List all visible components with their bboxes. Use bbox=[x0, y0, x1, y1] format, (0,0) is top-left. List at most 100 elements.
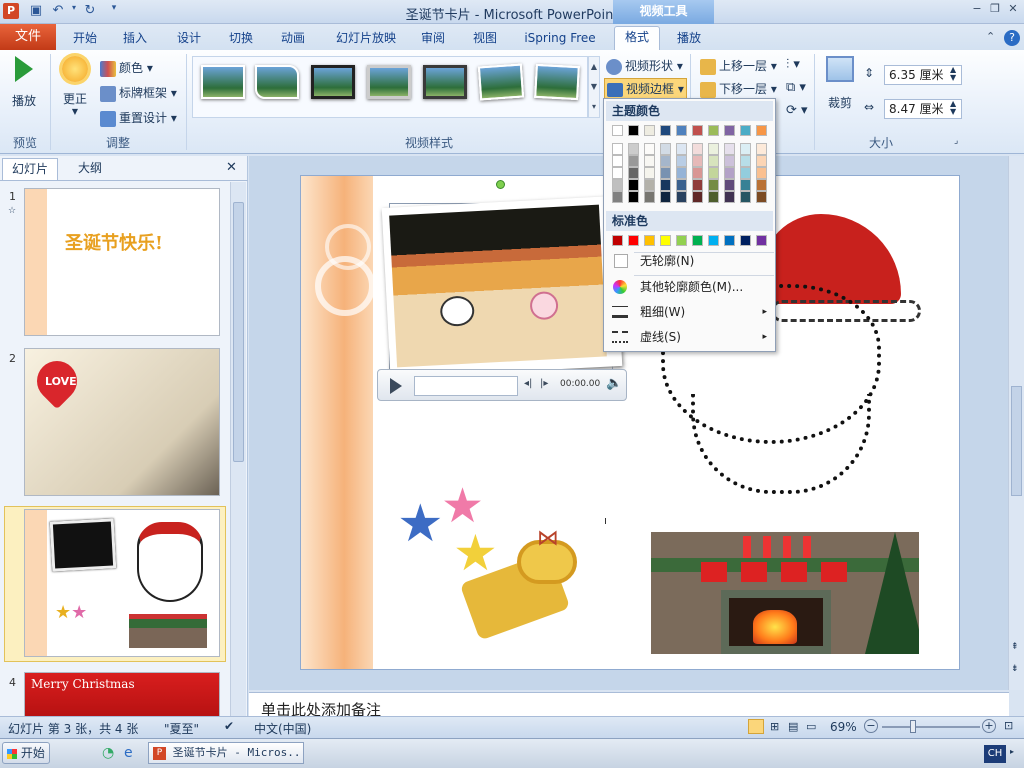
normal-view-icon[interactable] bbox=[748, 719, 764, 734]
slide-thumbnail-2[interactable]: LOVE bbox=[24, 348, 220, 496]
tray-expand-icon[interactable]: ▸ bbox=[1010, 747, 1014, 756]
crop-button[interactable]: 裁剪 bbox=[822, 56, 858, 111]
theme-color-swatch[interactable] bbox=[612, 167, 623, 179]
theme-color-swatch[interactable] bbox=[692, 167, 703, 179]
height-spinner-icon[interactable]: ▲ ▼ bbox=[950, 66, 956, 82]
standard-color-swatch[interactable] bbox=[644, 235, 655, 246]
theme-color-swatch[interactable] bbox=[644, 179, 655, 191]
tab-transitions[interactable]: 切换 bbox=[220, 28, 262, 50]
tab-insert[interactable]: 插入 bbox=[114, 28, 156, 50]
theme-color-swatch[interactable] bbox=[724, 179, 735, 191]
scroll-thumb[interactable] bbox=[1011, 386, 1022, 496]
rotate-icon[interactable]: ⟳ ▾ bbox=[786, 103, 808, 118]
theme-color-swatch[interactable] bbox=[612, 179, 623, 191]
theme-color-swatch[interactable] bbox=[644, 155, 655, 167]
theme-color-swatch[interactable] bbox=[724, 143, 735, 155]
slide-thumbnail-3[interactable]: ★★ bbox=[24, 509, 220, 657]
tab-ispring[interactable]: iSpring Free bbox=[516, 28, 604, 50]
theme-color-swatch[interactable] bbox=[644, 143, 655, 155]
theme-color-swatch[interactable] bbox=[628, 125, 639, 136]
theme-color-swatch[interactable] bbox=[708, 167, 719, 179]
theme-color-swatch[interactable] bbox=[644, 125, 655, 136]
theme-color-swatch[interactable] bbox=[676, 143, 687, 155]
fireplace-image[interactable] bbox=[651, 532, 919, 654]
theme-color-swatch[interactable] bbox=[756, 191, 767, 203]
prev-slide-icon[interactable]: ⇞ bbox=[1011, 642, 1019, 652]
theme-color-swatch[interactable] bbox=[612, 125, 623, 136]
no-outline-item[interactable]: 无轮廓(N) bbox=[606, 249, 775, 273]
gift-stars-image[interactable]: ★ ★ ★ ⋈ bbox=[397, 476, 597, 646]
color-button[interactable]: 颜色 ▾ bbox=[100, 59, 153, 77]
theme-color-swatch[interactable] bbox=[660, 155, 671, 167]
theme-color-swatch[interactable] bbox=[692, 191, 703, 203]
weight-item[interactable]: 粗细(W) ▸ bbox=[606, 300, 775, 324]
volume-icon[interactable]: 🔈 bbox=[606, 376, 622, 391]
theme-color-swatch[interactable] bbox=[708, 191, 719, 203]
theme-color-swatch[interactable] bbox=[692, 125, 703, 136]
tab-review[interactable]: 审阅 bbox=[412, 28, 454, 50]
bring-forward-button[interactable]: 上移一层 ▾ bbox=[700, 57, 777, 75]
taskbar-button-powerpoint[interactable]: P 圣诞节卡片 - Micros... bbox=[148, 742, 304, 764]
language-indicator[interactable]: 中文(中国) bbox=[254, 720, 311, 737]
theme-color-swatch[interactable] bbox=[724, 125, 735, 136]
theme-color-swatch[interactable] bbox=[740, 143, 751, 155]
standard-color-swatch[interactable] bbox=[724, 235, 735, 246]
theme-color-swatch[interactable] bbox=[660, 191, 671, 203]
theme-color-swatch[interactable] bbox=[692, 179, 703, 191]
standard-color-swatch[interactable] bbox=[612, 235, 623, 246]
standard-color-swatch[interactable] bbox=[740, 235, 751, 246]
close-panel-icon[interactable]: ✕ bbox=[226, 160, 237, 175]
minimize-icon[interactable]: − bbox=[968, 2, 986, 20]
standard-color-swatch[interactable] bbox=[676, 235, 687, 246]
theme-color-swatch[interactable] bbox=[724, 167, 735, 179]
theme-color-swatch[interactable] bbox=[644, 191, 655, 203]
ime-indicator[interactable]: CH bbox=[984, 745, 1006, 763]
send-backward-button[interactable]: 下移一层 ▾ bbox=[700, 80, 777, 98]
canvas-scrollbar[interactable]: ⇞ ⇟ bbox=[1008, 156, 1024, 690]
zoom-out-icon[interactable]: − bbox=[864, 719, 878, 733]
next-slide-icon[interactable]: ⇟ bbox=[1011, 664, 1019, 674]
standard-color-swatch[interactable] bbox=[660, 235, 671, 246]
video-style-4[interactable] bbox=[367, 65, 411, 99]
tab-format[interactable]: 格式 bbox=[614, 26, 660, 51]
slide-thumbnail-4[interactable]: Merry Christmas bbox=[24, 672, 220, 716]
theme-color-swatch[interactable] bbox=[708, 143, 719, 155]
spellcheck-icon[interactable]: ✔ bbox=[224, 719, 234, 733]
theme-color-swatch[interactable] bbox=[612, 191, 623, 203]
standard-color-swatch[interactable] bbox=[756, 235, 767, 246]
tab-view[interactable]: 视图 bbox=[464, 28, 506, 50]
theme-color-swatch[interactable] bbox=[756, 125, 767, 136]
theme-color-swatch[interactable] bbox=[692, 155, 703, 167]
theme-color-swatch[interactable] bbox=[756, 143, 767, 155]
tab-outline[interactable]: 大纲 bbox=[62, 158, 118, 180]
zoom-level[interactable]: 69% bbox=[830, 720, 857, 734]
rotate-handle-icon[interactable] bbox=[496, 180, 505, 189]
reset-design-button[interactable]: 重置设计 ▾ bbox=[100, 109, 177, 127]
theme-color-swatch[interactable] bbox=[740, 155, 751, 167]
fit-to-window-icon[interactable]: ⊡ bbox=[1004, 719, 1013, 732]
tab-playback[interactable]: 播放 bbox=[666, 28, 712, 50]
theme-color-swatch[interactable] bbox=[660, 167, 671, 179]
notes-pane[interactable]: 单击此处添加备注 bbox=[249, 692, 1009, 719]
ie-icon[interactable]: e bbox=[124, 745, 133, 761]
ribbon-collapse-icon[interactable]: ⌃ bbox=[986, 30, 995, 43]
theme-color-swatch[interactable] bbox=[740, 167, 751, 179]
standard-color-swatch[interactable] bbox=[692, 235, 703, 246]
theme-color-swatch[interactable] bbox=[756, 179, 767, 191]
slide-thumbnail-1[interactable]: 圣诞节快乐! bbox=[24, 188, 220, 336]
video-style-1[interactable] bbox=[201, 65, 245, 99]
slides-scrollbar[interactable] bbox=[230, 182, 246, 716]
poster-frame-button[interactable]: 标牌框架 ▾ bbox=[100, 84, 177, 102]
width-spinner-icon[interactable]: ▲ ▼ bbox=[950, 100, 956, 116]
theme-name[interactable]: "夏至" bbox=[164, 720, 199, 737]
theme-color-swatch[interactable] bbox=[708, 155, 719, 167]
standard-color-swatch[interactable] bbox=[628, 235, 639, 246]
zoom-slider[interactable] bbox=[882, 726, 980, 728]
video-style-5[interactable] bbox=[423, 65, 467, 99]
theme-color-swatch[interactable] bbox=[660, 143, 671, 155]
theme-color-swatch[interactable] bbox=[628, 143, 639, 155]
theme-color-swatch[interactable] bbox=[708, 125, 719, 136]
theme-color-swatch[interactable] bbox=[756, 155, 767, 167]
theme-color-swatch[interactable] bbox=[660, 179, 671, 191]
scroll-thumb[interactable] bbox=[233, 202, 244, 462]
